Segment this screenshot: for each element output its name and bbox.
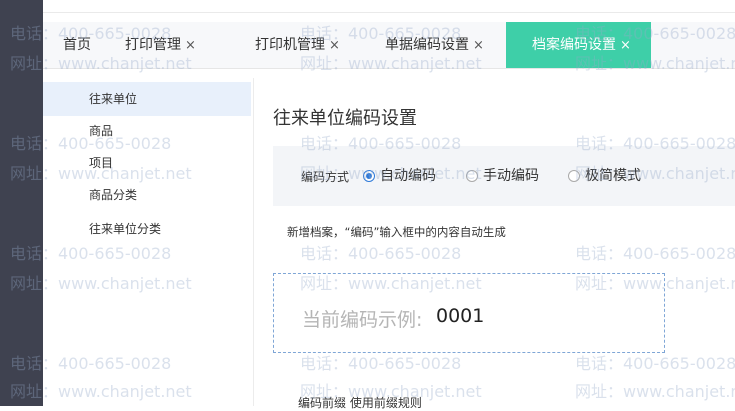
tab-bar: 首页 打印管理 × 打印机管理 × 单据编码设置 × 档案编码设置 × [43, 22, 735, 69]
radio-unselected-icon [568, 170, 580, 182]
sidebar-item-goods[interactable]: 商品 [43, 114, 251, 148]
coding-mode-label: 编码方式 [301, 170, 350, 184]
prefix-row-label: 编码前缀 使用前缀规则 [298, 396, 422, 410]
auto-code-note: 新增档案，“编码”输入框中的内容自动生成 [287, 225, 506, 239]
sidebar-item-partner-category[interactable]: 往来单位分类 [43, 212, 251, 246]
sidebar-item-project[interactable]: 项目 [43, 146, 251, 180]
tab-label: 首页 [63, 37, 91, 53]
tab-label: 档案编码设置 [532, 37, 616, 53]
radio-manual-code[interactable]: 手动编码 [466, 165, 539, 185]
sidebar-item-label: 往来单位 [89, 92, 138, 106]
tab-label: 单据编码设置 [385, 37, 469, 53]
tab-home[interactable]: 首页 [63, 22, 91, 68]
radio-label: 自动编码 [380, 168, 436, 184]
tab-label: 打印管理 [125, 37, 181, 53]
radio-label: 手动编码 [483, 168, 539, 184]
sidebar: 往来单位 商品 项目 商品分类 往来单位分类 [43, 78, 254, 406]
radio-unselected-icon [466, 170, 478, 182]
radio-label: 极简模式 [585, 168, 641, 184]
radio-minimal-mode[interactable]: 极简模式 [568, 165, 641, 185]
coding-mode-panel: 编码方式 自动编码 手动编码 极简模式 [273, 146, 735, 206]
sidebar-item-label: 项目 [89, 156, 114, 170]
code-example-label: 当前编码示例: [302, 309, 423, 331]
tab-label: 打印机管理 [255, 37, 325, 53]
code-example-box: 当前编码示例: 0001 [273, 273, 665, 353]
sidebar-item-goods-category[interactable]: 商品分类 [43, 178, 251, 212]
sidebar-item-label: 往来单位分类 [89, 222, 162, 236]
top-strip [43, 0, 735, 13]
sidebar-item-partner[interactable]: 往来单位 [43, 82, 251, 116]
close-icon[interactable]: × [185, 38, 196, 53]
tab-archive-code-settings[interactable]: 档案编码设置 × [506, 22, 651, 68]
close-icon[interactable]: × [473, 38, 484, 53]
radio-selected-icon [363, 170, 375, 182]
app-left-rail [0, 0, 43, 406]
close-icon[interactable]: × [329, 38, 340, 53]
radio-auto-code[interactable]: 自动编码 [363, 165, 436, 185]
close-icon[interactable]: × [620, 38, 631, 53]
prefix-row-partial: 编码前缀 使用前缀规则 [298, 394, 422, 411]
tab-document-code-settings[interactable]: 单据编码设置 × [385, 22, 484, 68]
tab-printer-management[interactable]: 打印机管理 × [255, 22, 340, 68]
tab-print-management[interactable]: 打印管理 × [125, 22, 196, 68]
main-content: 往来单位编码设置 编码方式 自动编码 手动编码 极简模式 新增档案，“编码”输入… [254, 78, 735, 410]
page-title: 往来单位编码设置 [273, 108, 417, 129]
code-example-value: 0001 [436, 305, 485, 327]
sidebar-item-label: 商品分类 [89, 188, 138, 202]
sidebar-item-label: 商品 [89, 124, 114, 138]
